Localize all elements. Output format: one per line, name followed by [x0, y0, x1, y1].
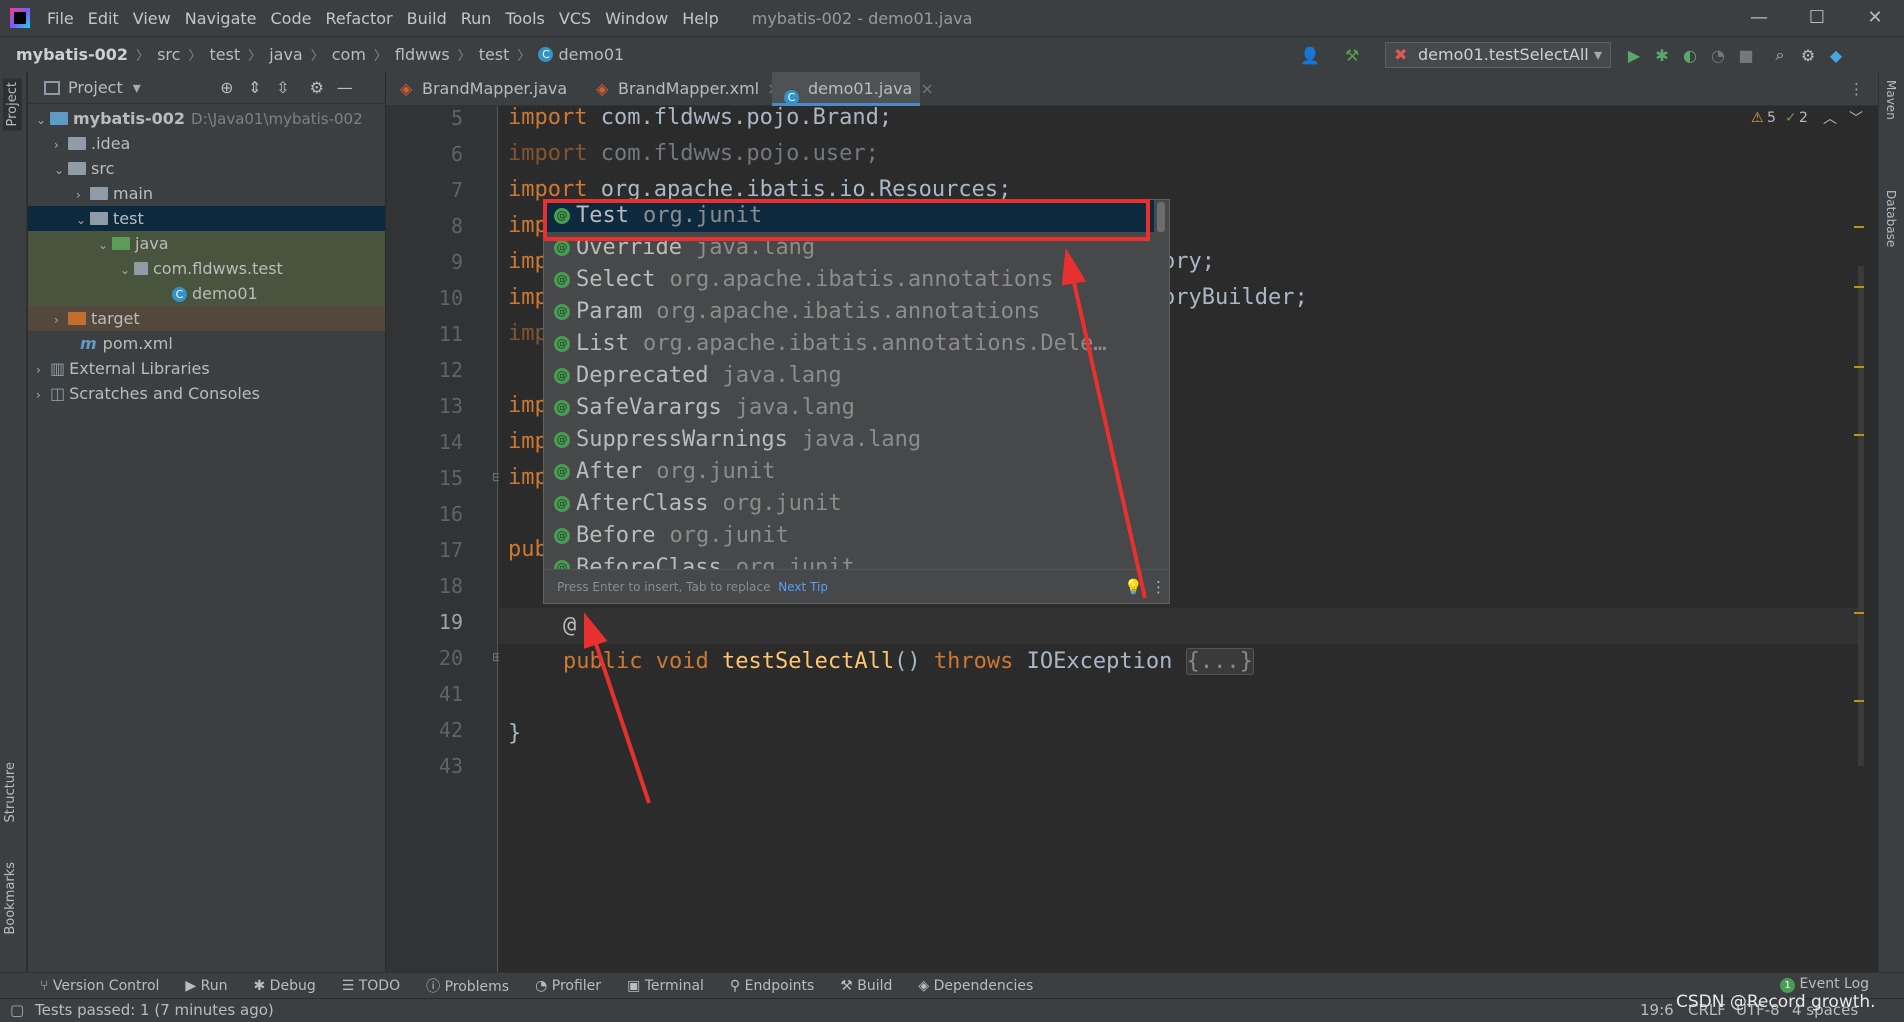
- dependencies-icon: ◈: [918, 977, 934, 994]
- tool-window-bar: ⑂ Version Control ▶ Run ✱ Debug ☰ TODO ⓘ…: [0, 972, 1904, 998]
- watermark: CSDN @Record growth.: [1676, 992, 1876, 1012]
- problems-tool[interactable]: ⓘ Problems: [426, 976, 509, 996]
- bug-icon: ✱: [253, 977, 270, 994]
- arrow-to-test-item: [1071, 277, 1147, 599]
- version-control-tool[interactable]: ⑂ Version Control: [40, 978, 159, 994]
- debug-tool[interactable]: ✱ Debug: [253, 978, 315, 994]
- info-icon: ⓘ: [426, 978, 445, 995]
- terminal-icon: ▣: [627, 977, 645, 994]
- list-icon: ☰: [341, 977, 359, 994]
- endpoints-icon: ⚲: [729, 977, 745, 994]
- status-message[interactable]: Tests passed: 1 (7 minutes ago): [35, 1001, 274, 1019]
- profiler-tool[interactable]: ◔ Profiler: [535, 978, 601, 994]
- caret-position[interactable]: 19:6: [1640, 999, 1674, 1021]
- run-icon: ▶: [185, 977, 201, 994]
- profiler-icon: ◔: [535, 977, 552, 994]
- hammer-icon: ⚒: [840, 977, 858, 994]
- status-bar: ▢ Tests passed: 1 (7 minutes ago) 19:6 C…: [0, 992, 1904, 1022]
- endpoints-tool[interactable]: ⚲ Endpoints: [730, 978, 814, 994]
- dependencies-tool[interactable]: ◈ Dependencies: [918, 978, 1033, 994]
- run-tool[interactable]: ▶ Run: [185, 978, 227, 994]
- todo-tool[interactable]: ☰ TODO: [342, 978, 400, 994]
- terminal-tool[interactable]: ▣ Terminal: [627, 978, 704, 994]
- arrowhead: [1061, 247, 1087, 286]
- arrowhead: [584, 612, 608, 649]
- build-tool[interactable]: ⚒ Build: [840, 978, 892, 994]
- layout-icon[interactable]: ▢: [10, 999, 24, 1021]
- arrow-to-at-sign: [592, 637, 651, 804]
- annotation-arrows: [584, 247, 1147, 804]
- branch-icon: ⑂: [40, 977, 53, 994]
